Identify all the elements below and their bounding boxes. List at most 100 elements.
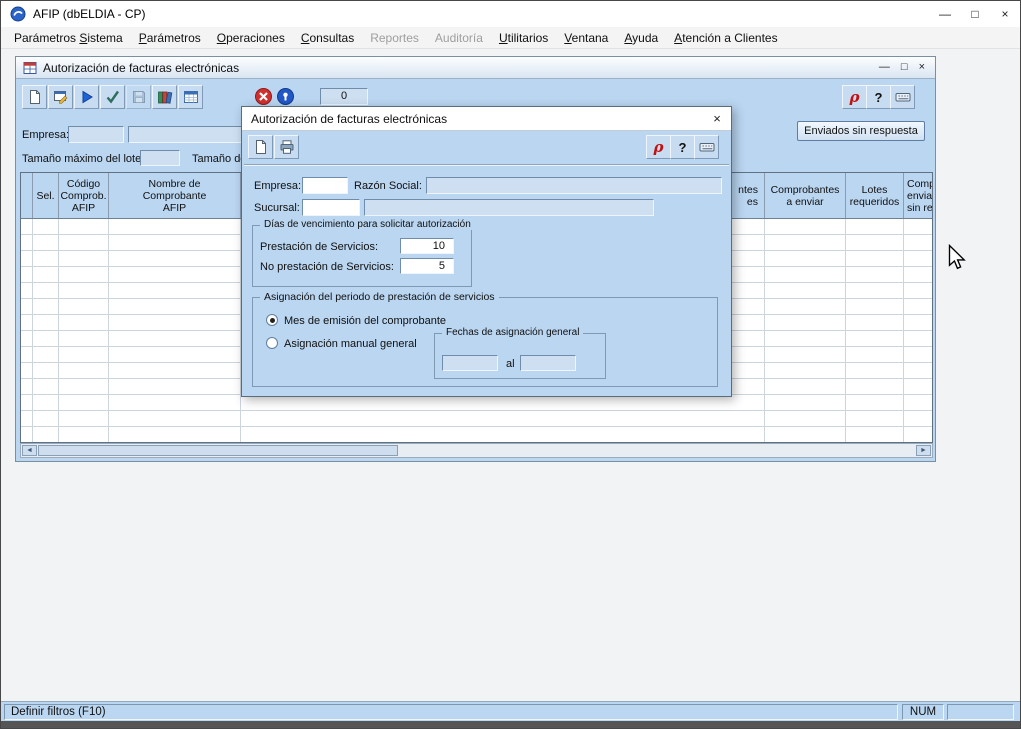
window-titlebar[interactable]: AFIP (dbELDIA - CP) — □ × (1, 1, 1020, 27)
table-cell (33, 331, 59, 347)
prestacion-field[interactable]: 10 (400, 238, 454, 254)
dialog-new-button[interactable] (248, 135, 273, 159)
menu-item-ventana[interactable]: Ventana (556, 28, 616, 48)
help-button[interactable]: ? (866, 85, 891, 109)
menu-item-par-metros-sistema[interactable]: Parámetros Sistema (6, 28, 131, 48)
child-window-titlebar[interactable]: Autorización de facturas electrónicas — … (16, 57, 935, 79)
column-header[interactable] (21, 173, 33, 218)
authorize-lock-icon[interactable] (276, 87, 295, 106)
dialog-empresa-field[interactable] (302, 177, 348, 194)
table-cell (21, 299, 33, 315)
column-header[interactable]: Comprobaenviadosin respu (904, 173, 933, 218)
confirm-button[interactable] (100, 85, 125, 109)
table-cell (21, 379, 33, 395)
table-cell (33, 395, 59, 411)
minimize-button[interactable]: — (930, 1, 960, 27)
table-cell (765, 315, 846, 331)
save-button[interactable] (126, 85, 151, 109)
filter-icon: ρ (654, 140, 664, 155)
table-cell (109, 411, 241, 427)
scroll-right-arrow[interactable]: ► (916, 445, 931, 456)
shortcut-keys-icon (699, 139, 715, 155)
radio-mes-emision[interactable] (266, 314, 278, 326)
table-cell (846, 283, 904, 299)
menu-item-utilitarios[interactable]: Utilitarios (491, 28, 556, 48)
scrollbar-thumb[interactable] (38, 445, 398, 456)
menu-item-consultas[interactable]: Consultas (293, 28, 362, 48)
table-cell (33, 411, 59, 427)
scroll-left-arrow[interactable]: ◄ (22, 445, 37, 456)
books-button[interactable] (152, 85, 177, 109)
table-row[interactable] (21, 395, 932, 411)
table-cell (765, 267, 846, 283)
menu-item-ayuda[interactable]: Ayuda (616, 28, 666, 48)
column-header[interactable]: Lotesrequeridos (846, 173, 904, 218)
table-cell (846, 315, 904, 331)
child-caption-buttons: — □ × (879, 62, 928, 73)
run-button[interactable] (74, 85, 99, 109)
radio-asignacion-manual-label[interactable]: Asignación manual general (284, 338, 417, 350)
table-cell (904, 427, 933, 443)
table-cell (904, 379, 933, 395)
edit-form-icon (53, 89, 69, 105)
menu-item-atenci-n-a-clientes[interactable]: Atención a Clientes (666, 28, 785, 48)
dialog-close-button[interactable]: × (703, 107, 731, 130)
table-cell (846, 251, 904, 267)
dialog-print-button[interactable] (274, 135, 299, 159)
sucursal-name-field (364, 199, 654, 216)
no-prestacion-label: No prestación de Servicios: (260, 261, 394, 273)
column-header[interactable]: CódigoComprob.AFIP (59, 173, 109, 218)
dialog-filter-button[interactable]: ρ (646, 135, 671, 159)
child-close-button[interactable]: × (919, 62, 925, 73)
table-cell (109, 395, 241, 411)
enviados-sin-respuesta-button[interactable]: Enviados sin respuesta (797, 121, 925, 141)
menu-item-operaciones[interactable]: Operaciones (209, 28, 293, 48)
table-cell (904, 363, 933, 379)
run-icon (79, 89, 95, 105)
table-row[interactable] (21, 427, 932, 443)
table-cell (846, 411, 904, 427)
child-minimize-button[interactable]: — (879, 62, 890, 73)
column-header[interactable]: Sel. (33, 173, 59, 218)
table-cell (109, 299, 241, 315)
child-window-icon (23, 61, 37, 75)
child-maximize-button[interactable]: □ (901, 62, 908, 73)
no-prestacion-field[interactable]: 5 (400, 258, 454, 274)
grid-export-button[interactable] (178, 85, 203, 109)
table-row[interactable] (21, 411, 932, 427)
cancel-icon[interactable] (254, 87, 273, 106)
razon-social-field (426, 177, 722, 194)
shortcut-keys-button[interactable] (890, 85, 915, 109)
table-cell (21, 411, 33, 427)
tamano-lote-field[interactable] (140, 150, 180, 166)
table-cell (59, 267, 109, 283)
table-cell (21, 347, 33, 363)
dialog-help-button[interactable]: ? (670, 135, 695, 159)
status-bar: Definir filtros (F10) NUM (1, 701, 1020, 721)
radio-asignacion-manual[interactable] (266, 337, 278, 349)
num-lock-indicator: NUM (902, 704, 944, 720)
menu-item-par-metros[interactable]: Parámetros (131, 28, 209, 48)
edit-record-button[interactable] (48, 85, 73, 109)
caption-buttons: — □ × (930, 1, 1020, 27)
table-cell (59, 427, 109, 443)
table-cell (33, 219, 59, 235)
maximize-button[interactable]: □ (960, 1, 990, 27)
column-header[interactable]: Comprobantesa enviar (765, 173, 846, 218)
sucursal-field[interactable] (302, 199, 360, 216)
filter-button[interactable]: ρ (842, 85, 867, 109)
table-cell (241, 395, 765, 411)
column-header[interactable]: Nombre deComprobanteAFIP (109, 173, 241, 218)
table-cell (21, 251, 33, 267)
radio-mes-emision-label[interactable]: Mes de emisión del comprobante (284, 315, 446, 327)
dialog-shortcut-keys-button[interactable] (694, 135, 719, 159)
fecha-hasta-field (520, 355, 576, 371)
dialog-titlebar[interactable]: Autorización de facturas electrónicas × (242, 107, 731, 131)
new-record-button[interactable] (22, 85, 47, 109)
table-cell (765, 379, 846, 395)
table-cell (846, 299, 904, 315)
close-button[interactable]: × (990, 1, 1020, 27)
fecha-desde-field (442, 355, 498, 371)
empresa-field[interactable] (68, 126, 124, 143)
table-cell (765, 219, 846, 235)
